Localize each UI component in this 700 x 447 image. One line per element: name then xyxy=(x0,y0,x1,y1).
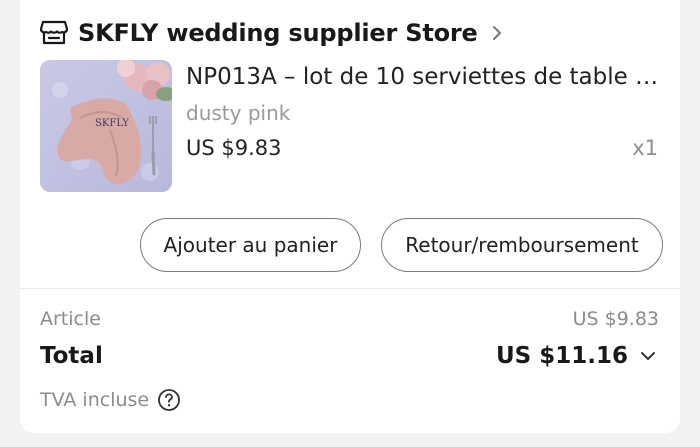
product-price: US $9.83 xyxy=(186,136,282,160)
product-image-logo: SKFLY xyxy=(95,118,129,129)
help-icon[interactable] xyxy=(157,388,181,412)
order-card: SKFLY wedding supplier Store SKFLY NP013… xyxy=(20,0,680,433)
product-variant: dusty pink xyxy=(186,101,291,125)
chevron-down-icon xyxy=(641,352,655,360)
product-thumbnail[interactable]: SKFLY xyxy=(40,60,172,192)
tax-label: TVA incluse xyxy=(40,389,150,411)
product-image: SKFLY xyxy=(40,60,172,192)
store-icon xyxy=(40,20,68,45)
tax-info: TVA incluse xyxy=(40,388,181,412)
total-toggle[interactable]: US $11.16 xyxy=(496,343,656,369)
store-name: SKFLY wedding supplier Store xyxy=(78,19,478,47)
product-title[interactable]: NP013A – lot de 10 serviettes de table l… xyxy=(186,64,662,90)
article-label: Article xyxy=(40,308,101,330)
store-header[interactable]: SKFLY wedding supplier Store xyxy=(40,16,504,50)
divider xyxy=(20,288,680,289)
chevron-right-icon xyxy=(492,26,501,40)
add-to-cart-button[interactable]: Ajouter au panier xyxy=(140,218,361,272)
article-value: US $9.83 xyxy=(572,308,659,330)
total-label: Total xyxy=(40,343,103,369)
product-quantity: x1 xyxy=(632,136,658,160)
return-refund-button[interactable]: Retour/remboursement xyxy=(381,218,663,272)
total-value: US $11.16 xyxy=(495,343,628,369)
